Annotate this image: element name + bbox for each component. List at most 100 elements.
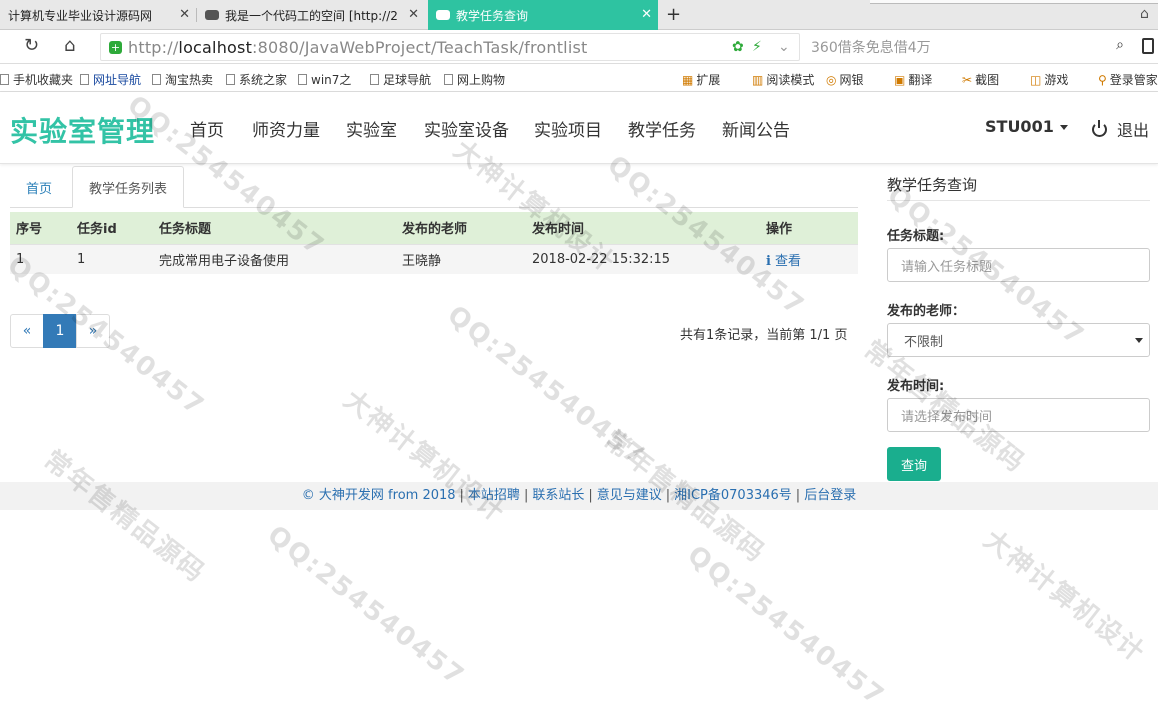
logout-label: 退出 [1117,121,1150,140]
search-input[interactable]: 360借条免息借4万 ⌕ [805,33,1130,61]
cell-seq: 1 [10,243,71,274]
browser-tab[interactable]: 我是一个代码工的空间 [http://2 ✕ [197,0,425,30]
task-title-placeholder: 请输入任务标题 [901,259,993,275]
browser-tab-strip: 计算机专业毕业设计源码网 ✕ 我是一个代码工的空间 [http://2 ✕ 教学… [0,0,1158,30]
bookmark-item[interactable]: 网上购物 [444,71,505,88]
nav-item-teaching-tasks[interactable]: 教学任务 [628,116,696,141]
nav-item-equipment[interactable]: 实验室设备 [424,116,509,141]
table-row: 1 1 完成常用电子设备使用 王晓静 2018-02-22 15:32:15 i… [10,243,858,274]
page-icon [80,74,89,85]
search-icon[interactable]: ⌕ [1116,37,1124,53]
page-icon [444,74,453,85]
mask-icon [436,10,450,20]
tab-home[interactable]: 首页 [10,166,68,208]
nav-item-experiments[interactable]: 实验项目 [534,116,602,141]
toolbar-games[interactable]: ◫ 游戏 [1030,71,1068,88]
tab-task-list[interactable]: 教学任务列表 [72,166,185,208]
nav-item-faculty[interactable]: 师资力量 [252,116,320,141]
footer-link-admin-login[interactable]: 后台登录 [804,488,856,503]
bookmark-item[interactable]: 足球导航 [370,71,431,88]
next-page-button[interactable]: » [76,314,110,348]
page-icon [152,74,161,85]
bookmark-item[interactable]: win7之 [298,71,351,88]
user-name: STU001 [985,117,1054,136]
footer: © 大神开发网 from 2018 | 本站招聘 | 联系站长 | 意见与建议 | 湘ICP备0… [0,482,1158,510]
browser-tab-title: 教学任务查询 [456,8,529,23]
home-icon[interactable]: ⌂ [64,35,75,56]
toolbar-bank[interactable]: ◎ 网银 [826,71,864,88]
footer-link-jobs[interactable]: 本站招聘 [468,488,520,503]
caret-down-icon [1135,338,1143,343]
cell-teacher: 王晓静 [396,243,526,274]
browser-tab-active[interactable]: 教学任务查询 ✕ [428,0,658,30]
logout-button[interactable]: 退出 [1092,117,1149,141]
home-icon[interactable]: ⌂ [1140,6,1149,22]
cell-title: 完成常用电子设备使用 [153,243,396,274]
bookmark-item[interactable]: 系统之家 [226,71,287,88]
url-field[interactable]: + http://localhost:8080/JavaWebProject/T… [100,33,800,61]
page-icon [298,74,307,85]
prev-page-button[interactable]: « [10,314,44,348]
user-menu[interactable]: STU001 [985,117,1068,136]
cell-id: 1 [71,243,153,274]
query-button[interactable]: 查询 [887,447,941,481]
toolbar-extensions[interactable]: ▦ 扩展 [682,71,720,88]
compat-mode-icon[interactable]: ✿ [732,39,744,55]
key-icon: ⚲ [1098,72,1107,87]
view-link[interactable]: i 查看 [766,254,801,269]
task-title-input[interactable]: 请输入任务标题 [887,248,1150,282]
teacher-select[interactable]: 不限制 [887,323,1150,357]
translate-icon: ▣ [894,72,906,87]
publish-time-label: 发布时间: [887,379,945,394]
mask-icon [205,10,219,20]
toolbar-reader[interactable]: ▥ 阅读模式 [752,71,814,88]
column-header: 操作 [760,212,858,244]
search-panel-title: 教学任务查询 [887,176,978,194]
chevron-down-icon[interactable]: ⌄ [778,39,790,55]
new-tab-icon[interactable]: + [666,4,681,25]
book-icon: ▥ [752,72,764,87]
close-icon[interactable]: ✕ [408,7,419,22]
toolbar-translate[interactable]: ▣ 翻译 [894,71,932,88]
speed-mode-icon[interactable]: ⚡ [752,39,762,55]
content-tabs: 首页 教学任务列表 [10,166,858,208]
refresh-icon[interactable]: ↻ [24,35,39,56]
close-icon[interactable]: ✕ [641,7,652,22]
teacher-select-value: 不限制 [904,334,944,350]
publish-time-input[interactable]: 请选择发布时间 [887,398,1150,432]
bookmark-item[interactable]: 手机收藏夹 [0,71,73,88]
teacher-label: 发布的老师： [887,304,966,319]
toolbar-login[interactable]: ⚲ 登录管家 [1098,71,1158,88]
nav-item-news[interactable]: 新闻公告 [722,116,790,141]
bookmark-item[interactable]: 网址导航 [80,71,141,88]
browser-tab[interactable]: 计算机专业毕业设计源码网 ✕ [0,0,196,30]
toolbar-screenshot[interactable]: ✂ 截图 [962,71,999,88]
footer-link-contact[interactable]: 联系站长 [532,488,584,503]
page-icon [226,74,235,85]
task-title-label: 任务标题: [887,229,945,244]
footer-link-icp[interactable]: 湘ICP备0703346号 [674,488,792,503]
gamepad-icon: ◫ [1030,72,1042,87]
nav-item-labs[interactable]: 实验室 [346,116,397,141]
search-placeholder: 360借条免息借4万 [811,40,931,56]
page-info: 共有1条记录，当前第 1/1 页 [680,328,848,343]
brand-logo[interactable]: 实验室管理 [10,110,155,150]
close-icon[interactable]: ✕ [179,7,190,22]
watermark: 大神计算机设计 [977,524,1151,670]
footer-link-feedback[interactable]: 意见与建议 [597,488,662,503]
cell-action: i 查看 [760,243,858,274]
address-bar: ↻ ⌂ + http://localhost:8080/JavaWebProje… [0,30,1158,64]
device-icon[interactable] [1142,38,1154,54]
column-header: 发布的老师 [396,212,526,244]
table-header-row: 序号 任务id 任务标题 发布的老师 发布时间 操作 [10,212,858,244]
footer-copyright[interactable]: © 大神开发网 from 2018 [302,488,456,503]
bookmark-item[interactable]: 淘宝热卖 [152,71,213,88]
page-button-current[interactable]: 1 [43,314,77,348]
publish-time-placeholder: 请选择发布时间 [901,409,993,425]
watermark: QQ:254540457 [261,520,471,693]
page-icon [370,74,379,85]
column-header: 发布时间 [526,212,760,244]
nav-item-home[interactable]: 首页 [190,116,224,141]
pagination: « 1 » [10,314,110,348]
browser-tab-title: 我是一个代码工的空间 [http://2 [225,8,398,23]
